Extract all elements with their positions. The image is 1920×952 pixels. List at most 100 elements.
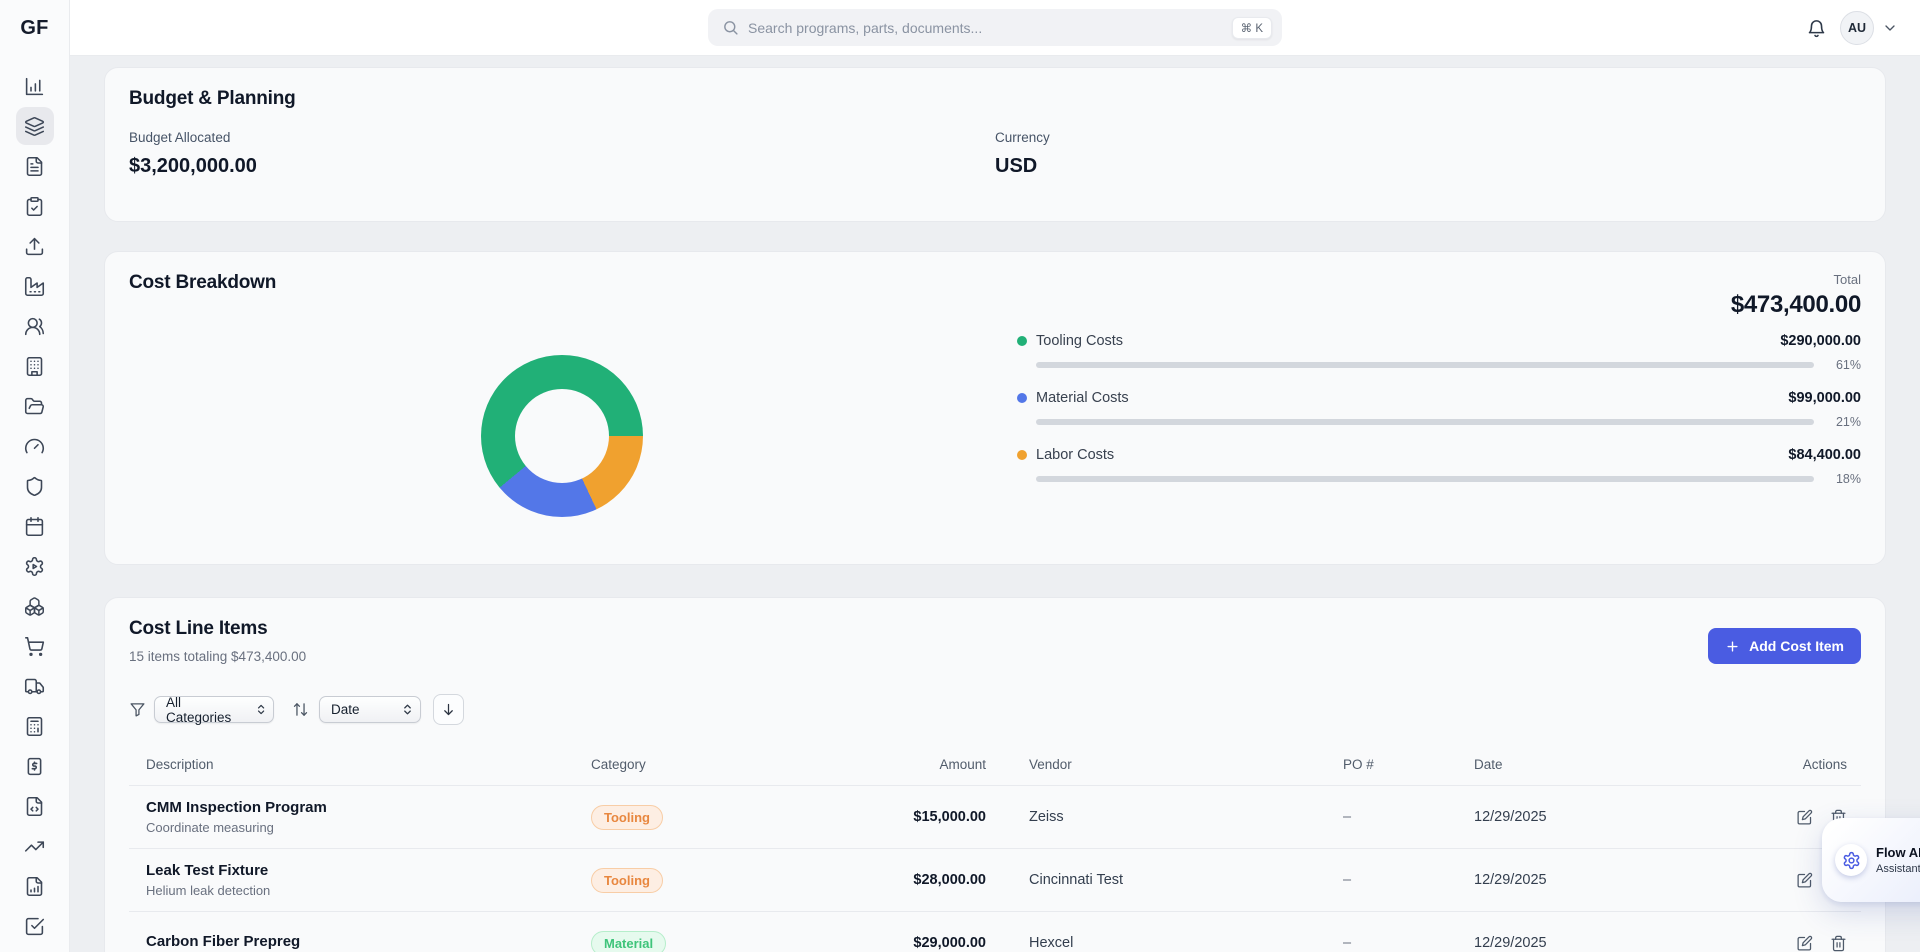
table-row[interactable]: Carbon Fiber Prepreg Material $29,000.00… bbox=[129, 912, 1861, 952]
table-row[interactable]: CMM Inspection Program Coordinate measur… bbox=[129, 786, 1861, 849]
budget-fields: Budget Allocated $3,200,000.00 Currency … bbox=[129, 130, 1861, 178]
date-cell: 12/29/2025 bbox=[1474, 809, 1691, 825]
line-items-title: Cost Line Items bbox=[129, 618, 1861, 640]
labor-value: $84,400.00 bbox=[1788, 447, 1861, 463]
delete-icon[interactable] bbox=[1830, 935, 1847, 952]
app-logo[interactable]: GF bbox=[0, 0, 69, 56]
sidebar-item-tasks[interactable] bbox=[16, 187, 54, 225]
sidebar-item-code-docs[interactable] bbox=[16, 787, 54, 825]
topbar: ⌘ K AU bbox=[70, 0, 1920, 56]
labor-bar-track bbox=[1036, 476, 1814, 482]
sidebar-item-calendar[interactable] bbox=[16, 507, 54, 545]
search-input[interactable] bbox=[748, 20, 1223, 36]
legend-item-labor: Labor Costs $84,400.00 18% bbox=[1017, 447, 1861, 486]
clipboard-check-icon bbox=[24, 196, 45, 217]
calculator-icon bbox=[24, 716, 45, 737]
sidebar-item-programs[interactable] bbox=[16, 107, 54, 145]
sort-by-select[interactable]: Date bbox=[319, 696, 421, 723]
category-badge: Material bbox=[591, 931, 666, 952]
assistant-gear-badge bbox=[1835, 844, 1867, 876]
row-subtitle: Coordinate measuring bbox=[146, 820, 591, 835]
sidebar-item-approvals[interactable] bbox=[16, 907, 54, 945]
sidebar-item-performance[interactable] bbox=[16, 427, 54, 465]
material-dot bbox=[1017, 393, 1027, 403]
plus-icon bbox=[1725, 639, 1740, 654]
bell-icon bbox=[1806, 18, 1827, 39]
currency-field: Currency USD bbox=[995, 130, 1861, 178]
category-badge: Tooling bbox=[591, 805, 663, 830]
file-chart-icon bbox=[24, 876, 45, 897]
check-square-icon bbox=[24, 916, 45, 937]
po-cell: – bbox=[1343, 809, 1474, 825]
vendor-cell: Hexcel bbox=[1029, 935, 1343, 951]
row-subtitle: Helium leak detection bbox=[146, 883, 591, 898]
budget-allocated-field: Budget Allocated $3,200,000.00 bbox=[129, 130, 995, 178]
sidebar-item-upload[interactable] bbox=[16, 227, 54, 265]
labor-percent: 18% bbox=[1814, 472, 1861, 486]
budget-allocated-label: Budget Allocated bbox=[129, 130, 995, 145]
po-cell: – bbox=[1343, 935, 1474, 951]
filters-row: All Categories Date bbox=[129, 694, 1861, 725]
sidebar-item-facilities[interactable] bbox=[16, 347, 54, 385]
main-content: Budget & Planning Budget Allocated $3,20… bbox=[70, 56, 1920, 952]
file-code-icon bbox=[24, 796, 45, 817]
breakdown-body: Tooling Costs $290,000.00 61% Material C… bbox=[129, 327, 1861, 517]
date-cell: 12/29/2025 bbox=[1474, 935, 1691, 951]
legend-item-material: Material Costs $99,000.00 21% bbox=[1017, 390, 1861, 429]
vendor-cell: Zeiss bbox=[1029, 809, 1343, 825]
sidebar-item-calculator[interactable] bbox=[16, 707, 54, 745]
chevrons-up-down-icon bbox=[401, 703, 414, 716]
material-bar-track bbox=[1036, 419, 1814, 425]
edit-icon[interactable] bbox=[1796, 809, 1813, 826]
sidebar-item-security[interactable] bbox=[16, 467, 54, 505]
sidebar-item-inventory[interactable] bbox=[16, 587, 54, 625]
assistant-title: Flow AI bbox=[1876, 845, 1920, 860]
material-percent: 21% bbox=[1814, 415, 1861, 429]
sidebar-item-automation[interactable] bbox=[16, 547, 54, 585]
sidebar-item-files[interactable] bbox=[16, 387, 54, 425]
breakdown-legend: Tooling Costs $290,000.00 61% Material C… bbox=[995, 327, 1861, 517]
amount-cell: $15,000.00 bbox=[771, 809, 1029, 825]
budget-allocated-value: $3,200,000.00 bbox=[129, 155, 995, 178]
material-label: Material Costs bbox=[1036, 390, 1788, 406]
currency-value: USD bbox=[995, 155, 1861, 178]
sidebar-item-documents[interactable] bbox=[16, 147, 54, 185]
sidebar: GF bbox=[0, 0, 70, 952]
sidebar-item-invoices[interactable] bbox=[16, 747, 54, 785]
sort-arrows-icon bbox=[292, 701, 309, 718]
row-title: CMM Inspection Program bbox=[146, 799, 591, 816]
chevrons-up-down-icon bbox=[255, 703, 267, 716]
factory-icon bbox=[24, 276, 45, 297]
folder-open-icon bbox=[24, 396, 45, 417]
sidebar-item-procurement[interactable] bbox=[16, 627, 54, 665]
sidebar-item-analytics[interactable] bbox=[16, 67, 54, 105]
budget-card-title: Budget & Planning bbox=[129, 88, 1861, 110]
flow-ai-assistant-widget[interactable]: Flow AI Assistant bbox=[1822, 818, 1920, 902]
edit-icon[interactable] bbox=[1796, 935, 1813, 952]
sidebar-item-logistics[interactable] bbox=[16, 667, 54, 705]
tooling-label: Tooling Costs bbox=[1036, 333, 1780, 349]
user-menu[interactable]: AU bbox=[1840, 11, 1898, 45]
global-search[interactable]: ⌘ K bbox=[708, 9, 1282, 46]
vendor-cell: Cincinnati Test bbox=[1029, 872, 1343, 888]
po-cell: – bbox=[1343, 872, 1474, 888]
search-shortcut-badge: ⌘ K bbox=[1232, 17, 1272, 39]
category-filter-select[interactable]: All Categories bbox=[154, 696, 274, 723]
amount-cell: $28,000.00 bbox=[771, 872, 1029, 888]
cost-breakdown-card: Cost Breakdown Total $473,400.00 Tooling… bbox=[104, 251, 1886, 565]
edit-icon[interactable] bbox=[1796, 872, 1813, 889]
table-row[interactable]: Leak Test Fixture Helium leak detection … bbox=[129, 849, 1861, 912]
sidebar-item-reports[interactable] bbox=[16, 867, 54, 905]
legend-item-tooling: Tooling Costs $290,000.00 61% bbox=[1017, 333, 1861, 372]
sidebar-item-trends[interactable] bbox=[16, 827, 54, 865]
layers-icon bbox=[24, 116, 45, 137]
trending-up-icon bbox=[24, 836, 45, 857]
assistant-subtitle: Assistant bbox=[1876, 863, 1920, 875]
notifications-button[interactable] bbox=[1806, 18, 1827, 39]
sidebar-item-factory[interactable] bbox=[16, 267, 54, 305]
settings-icon bbox=[24, 556, 45, 577]
breakdown-title: Cost Breakdown bbox=[129, 272, 276, 294]
add-cost-item-button[interactable]: Add Cost Item bbox=[1708, 628, 1861, 664]
sort-direction-button[interactable] bbox=[433, 694, 464, 725]
sidebar-item-team[interactable] bbox=[16, 307, 54, 345]
